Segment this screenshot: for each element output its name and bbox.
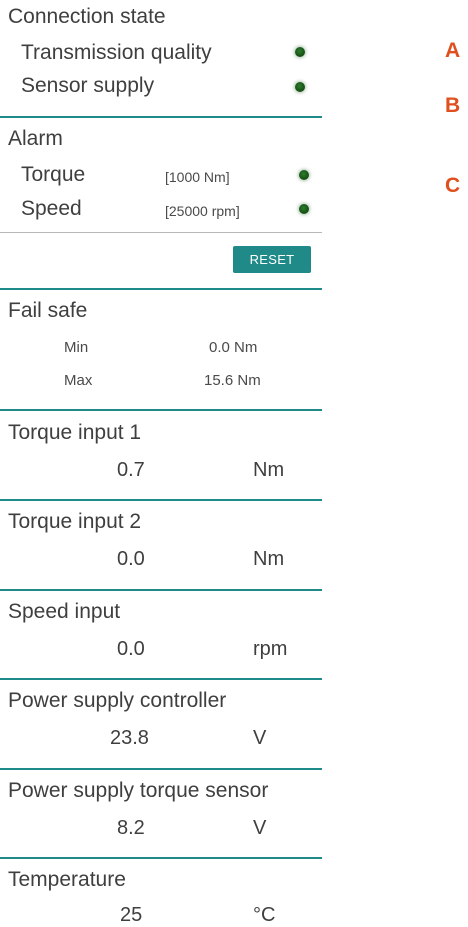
section-divider xyxy=(0,678,322,680)
sensor-supply-label: Sensor supply xyxy=(21,74,155,97)
alarm-heading: Alarm xyxy=(8,127,63,150)
fail-safe-max-label: Max xyxy=(64,372,93,389)
alarm-speed-label: Speed xyxy=(21,197,82,220)
alarm-speed-status-led xyxy=(299,204,309,214)
power-supply-controller-heading: Power supply controller xyxy=(8,689,227,712)
marker-b: B xyxy=(445,94,461,117)
alarm-torque-limit: [1000 Nm] xyxy=(165,169,230,185)
speed-input-unit: rpm xyxy=(253,638,288,660)
alarm-torque-label: Torque xyxy=(21,163,86,186)
section-divider xyxy=(0,499,322,501)
power-supply-torque-sensor-value: 8.2 xyxy=(117,817,145,839)
fail-safe-max-value: 15.6 Nm xyxy=(204,372,261,389)
section-divider xyxy=(0,288,322,290)
torque-input-1-heading: Torque input 1 xyxy=(8,421,142,444)
torque-input-1-unit: Nm xyxy=(253,459,285,481)
speed-input-heading: Speed input xyxy=(8,600,121,623)
section-divider xyxy=(0,116,322,118)
transmission-quality-status-led xyxy=(295,47,305,57)
temperature-value: 25 xyxy=(120,904,143,926)
sensor-supply-status-led xyxy=(295,82,305,92)
section-divider xyxy=(0,768,322,770)
torque-input-2-unit: Nm xyxy=(253,548,285,570)
reset-button[interactable]: RESET xyxy=(233,246,311,273)
alarm-torque-status-led xyxy=(299,170,309,180)
power-supply-torque-sensor-unit: V xyxy=(253,817,267,839)
torque-input-2-value: 0.0 xyxy=(117,548,145,570)
marker-a: A xyxy=(445,39,461,62)
section-divider xyxy=(0,409,322,411)
alarm-speed-limit: [25000 rpm] xyxy=(165,203,240,219)
power-supply-torque-sensor-heading: Power supply torque sensor xyxy=(8,779,269,802)
fail-safe-min-label: Min xyxy=(64,339,89,356)
temperature-heading: Temperature xyxy=(8,868,126,891)
power-supply-controller-unit: V xyxy=(253,727,267,749)
alarm-divider xyxy=(0,232,322,233)
section-divider xyxy=(0,857,322,859)
temperature-unit: °C xyxy=(253,904,276,926)
transmission-quality-label: Transmission quality xyxy=(21,41,212,64)
fail-safe-heading: Fail safe xyxy=(8,299,88,322)
marker-c: C xyxy=(445,174,461,197)
power-supply-controller-value: 23.8 xyxy=(110,727,149,749)
torque-input-2-heading: Torque input 2 xyxy=(8,510,142,533)
speed-input-value: 0.0 xyxy=(117,638,145,660)
torque-input-1-value: 0.7 xyxy=(117,459,145,481)
connection-state-heading: Connection state xyxy=(8,5,166,28)
section-divider xyxy=(0,589,322,591)
fail-safe-min-value: 0.0 Nm xyxy=(209,339,258,356)
